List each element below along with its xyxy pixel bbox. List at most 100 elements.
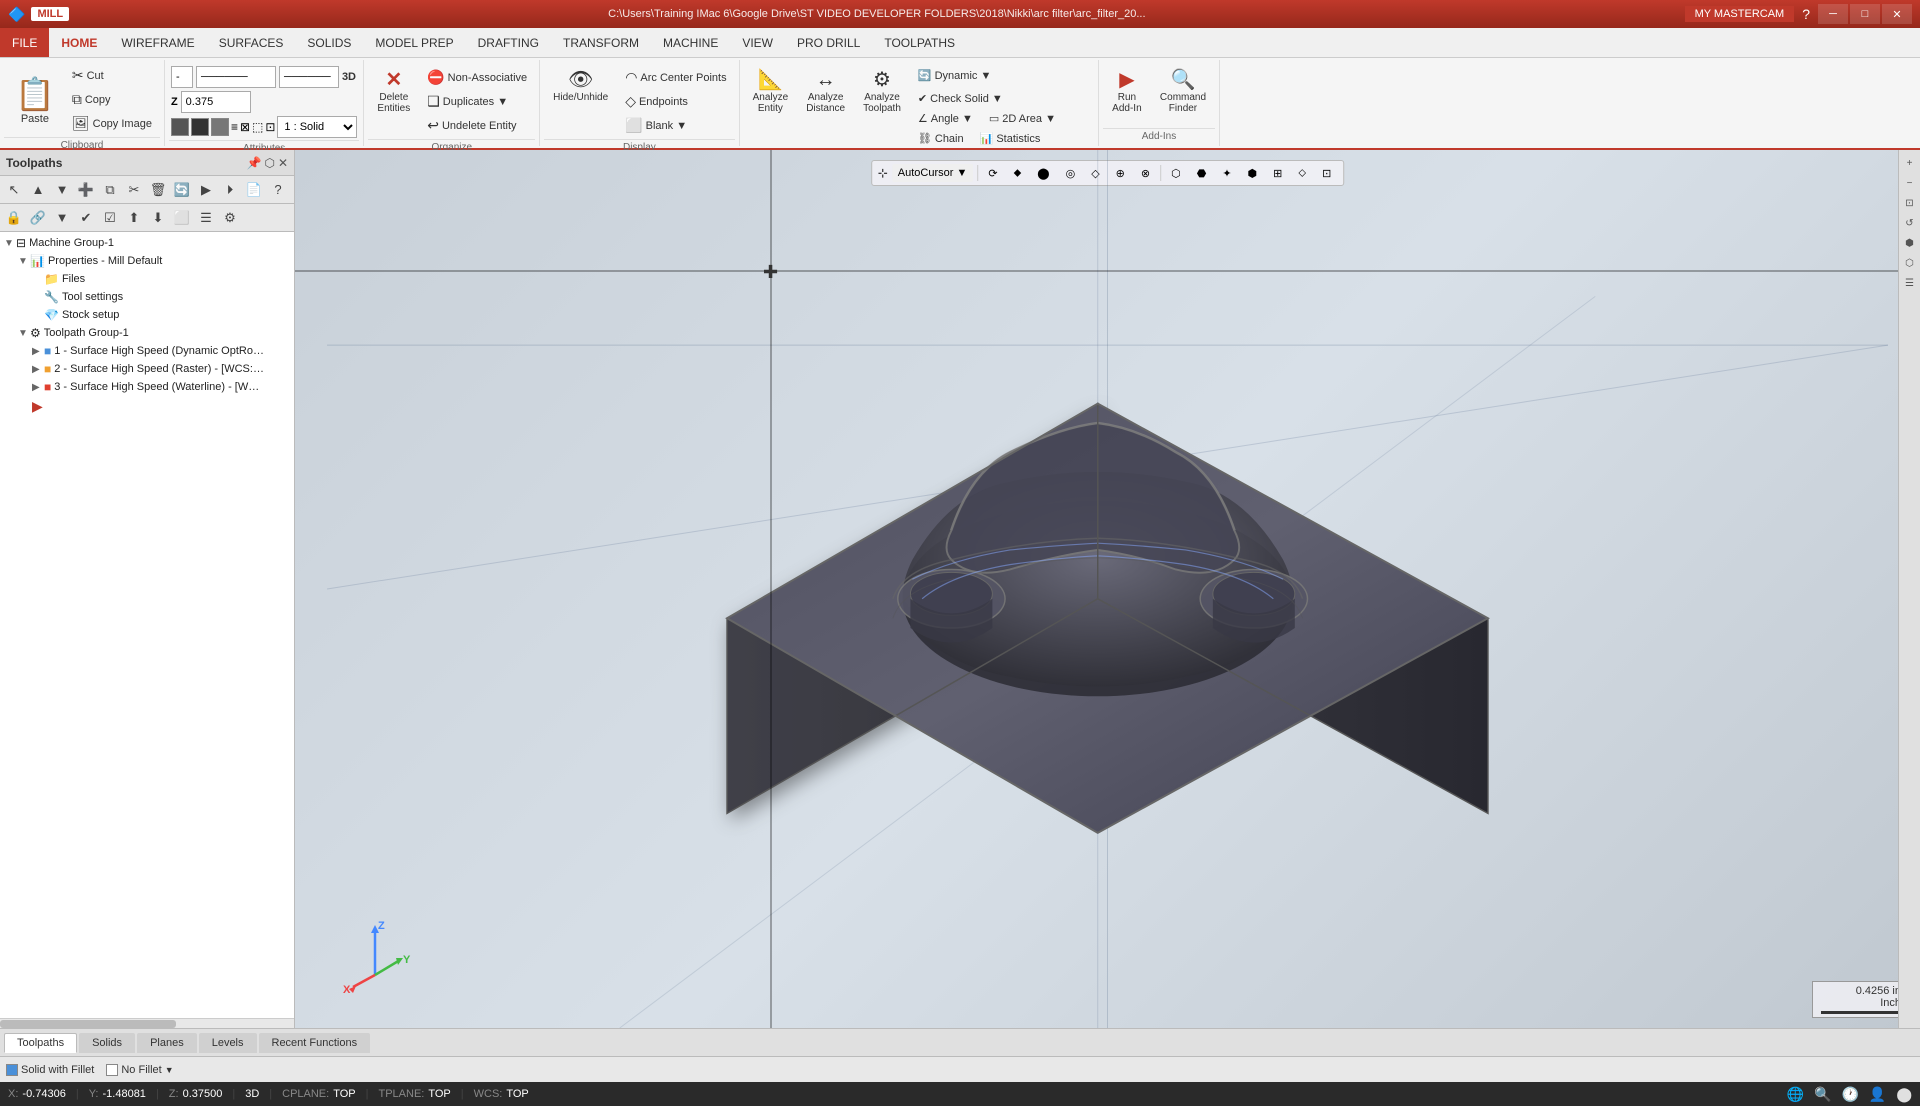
tp-simulate-tool[interactable]: ⏵ [219, 179, 241, 201]
analyze-toolpath-button[interactable]: ⚙ Analyze Toolpath [856, 66, 908, 118]
tp-arrows-icon[interactable]: ⬆ [123, 207, 145, 229]
magnify-icon[interactable]: 🔍 [1814, 1086, 1831, 1103]
clock-icon[interactable]: 🕐 [1841, 1086, 1858, 1103]
rp-btn-2[interactable]: − [1901, 174, 1919, 192]
tp-float-icon[interactable]: ⬡ [264, 156, 274, 170]
tp-link-icon[interactable]: 🔗 [27, 207, 49, 229]
cut-button[interactable]: ✂ Cut [66, 64, 158, 87]
menu-model-prep[interactable]: MODEL PREP [363, 28, 465, 57]
tree-toolpath-group[interactable]: ▼ ⚙ Toolpath Group-1 [0, 324, 294, 342]
no-fillet-dropdown[interactable]: ▼ [165, 1065, 174, 1075]
tp-close-icon[interactable]: ✕ [278, 156, 288, 170]
tree-stock-setup[interactable]: 💎 Stock setup [0, 306, 294, 324]
duplicates-button[interactable]: ❑ Duplicates ▼ [421, 90, 533, 113]
2d-area-button[interactable]: ▭ 2D Area ▼ [983, 109, 1062, 128]
tp-lock-icon[interactable]: 🔒 [3, 207, 25, 229]
tree-tool-settings[interactable]: 🔧 Tool settings [0, 288, 294, 306]
tp-copy-tool[interactable]: ⧉ [99, 179, 121, 201]
chain-button[interactable]: ⛓ Chain [912, 129, 970, 148]
analyze-entity-button[interactable]: 📐 Analyze Entity [746, 66, 796, 118]
tab-levels[interactable]: Levels [199, 1033, 257, 1053]
tp-check2-icon[interactable]: ☑ [99, 207, 121, 229]
command-finder-button[interactable]: 🔍 Command Finder [1153, 66, 1213, 118]
menu-wireframe[interactable]: WIREFRAME [109, 28, 206, 57]
rp-btn-7[interactable]: ☰ [1901, 274, 1919, 292]
menu-solids[interactable]: SOLIDS [295, 28, 363, 57]
tab-planes[interactable]: Planes [137, 1033, 197, 1053]
tree-op1[interactable]: ▶ ■ 1 - Surface High Speed (Dynamic OptR… [0, 342, 294, 360]
tp-filter-icon[interactable]: ⚙ [219, 207, 241, 229]
dot-icon[interactable]: ⬤ [1896, 1086, 1912, 1103]
solid-fillet-checkbox[interactable] [6, 1064, 18, 1076]
tp-arrows2-icon[interactable]: ⬇ [147, 207, 169, 229]
z-value-input[interactable]: 0.375 [181, 91, 251, 113]
tp-check-icon[interactable]: ✔ [75, 207, 97, 229]
tp-hscroll-thumb[interactable] [0, 1020, 176, 1028]
hide-unhide-button[interactable]: 👁 Hide/Unhide [546, 66, 615, 107]
endpoints-button[interactable]: ◇ Endpoints [619, 90, 732, 113]
blank-button[interactable]: ⬜ Blank ▼ [619, 114, 732, 137]
rp-btn-1[interactable]: + [1901, 154, 1919, 172]
rp-btn-4[interactable]: ↺ [1901, 214, 1919, 232]
tp-move-down-tool[interactable]: ▼ [51, 179, 73, 201]
person-icon[interactable]: 👤 [1869, 1086, 1886, 1103]
tp-horizontal-scrollbar[interactable] [0, 1018, 294, 1028]
no-fillet-checkbox[interactable] [106, 1064, 118, 1076]
tab-recent-functions[interactable]: Recent Functions [259, 1033, 371, 1053]
tp-select-tool[interactable]: ↖ [3, 179, 25, 201]
delete-entities-button[interactable]: ✕ Delete Entities [370, 66, 417, 118]
tree-files[interactable]: 📁 Files [0, 270, 294, 288]
menu-toolpaths[interactable]: TOOLPATHS [872, 28, 967, 57]
menu-machine[interactable]: MACHINE [651, 28, 730, 57]
color-swatch-2[interactable] [191, 118, 209, 136]
menu-view[interactable]: VIEW [730, 28, 785, 57]
solid-select[interactable]: 1 : Solid [277, 116, 357, 138]
canvas-area[interactable]: ⊹ AutoCursor ▼ ⟳ ⬥ ⬤ ◎ ◇ ⊕ ⊗ ⬡ ⬣ ✦ ⬢ ⊞ ⬦… [295, 150, 1920, 1028]
run-addon-button[interactable]: ▶ Run Add-In [1105, 66, 1149, 118]
dynamic-button[interactable]: 🔄 Dynamic ▼ [912, 66, 997, 85]
rp-btn-3[interactable]: ⊡ [1901, 194, 1919, 212]
menu-pro-drill[interactable]: PRO DRILL [785, 28, 872, 57]
close-button[interactable]: ✕ [1882, 4, 1912, 24]
tp-post-tool[interactable]: 📄 [243, 179, 265, 201]
my-mastercam-button[interactable]: MY MASTERCAM [1685, 6, 1795, 22]
tree-properties[interactable]: ▼ 📊 Properties - Mill Default [0, 252, 294, 270]
non-associative-button[interactable]: ⛔ Non-Associative [421, 66, 533, 89]
rp-btn-6[interactable]: ⬡ [1901, 254, 1919, 272]
wire-type-input[interactable]: - [171, 66, 193, 88]
tp-dropdown-icon[interactable]: ▼ [51, 207, 73, 229]
menu-transform[interactable]: TRANSFORM [551, 28, 651, 57]
copy-button[interactable]: ⧉ Copy [66, 88, 158, 111]
arc-center-button[interactable]: ◠ Arc Center Points [619, 66, 732, 89]
tab-toolpaths[interactable]: Toolpaths [4, 1033, 77, 1053]
tp-cut-tool[interactable]: ✂ [123, 179, 145, 201]
statistics-button[interactable]: 📊 Statistics [974, 129, 1047, 148]
tp-box-icon[interactable]: ⬜ [171, 207, 193, 229]
color-swatch-1[interactable] [171, 118, 189, 136]
maximize-button[interactable]: □ [1850, 4, 1880, 24]
tree-op3[interactable]: ▶ ■ 3 - Surface High Speed (Waterline) -… [0, 378, 294, 396]
line-width-input[interactable]: ────── [196, 66, 276, 88]
tree-machine-group[interactable]: ▼ ⊟ Machine Group-1 [0, 234, 294, 252]
menu-drafting[interactable]: DRAFTING [466, 28, 551, 57]
tp-list-icon[interactable]: ☰ [195, 207, 217, 229]
help-icon[interactable]: ? [1802, 6, 1810, 22]
tp-new-op-tool[interactable]: ➕ [75, 179, 97, 201]
tp-pin-icon[interactable]: 📌 [247, 156, 262, 170]
tab-solids[interactable]: Solids [79, 1033, 135, 1053]
color-swatch-3[interactable] [211, 118, 229, 136]
tp-delete-tool[interactable]: 🗑 [147, 179, 169, 201]
tp-verify-tool[interactable]: ▶ [195, 179, 217, 201]
rp-btn-5[interactable]: ⬢ [1901, 234, 1919, 252]
menu-surfaces[interactable]: SURFACES [207, 28, 296, 57]
minimize-button[interactable]: ─ [1818, 4, 1848, 24]
tree-op2[interactable]: ▶ ■ 2 - Surface High Speed (Raster) - [W… [0, 360, 294, 378]
undelete-button[interactable]: ↩ Undelete Entity [421, 114, 533, 137]
analyze-distance-button[interactable]: ↔ Analyze Distance [799, 66, 852, 118]
check-solid-button[interactable]: ✔ Check Solid ▼ [912, 89, 1009, 108]
menu-file[interactable]: FILE [0, 28, 49, 57]
tp-help-tool[interactable]: ? [267, 179, 289, 201]
tp-regen-tool[interactable]: 🔄 [171, 179, 193, 201]
globe-icon[interactable]: 🌐 [1787, 1086, 1804, 1103]
angle-button[interactable]: ∠ Angle ▼ [912, 109, 979, 128]
